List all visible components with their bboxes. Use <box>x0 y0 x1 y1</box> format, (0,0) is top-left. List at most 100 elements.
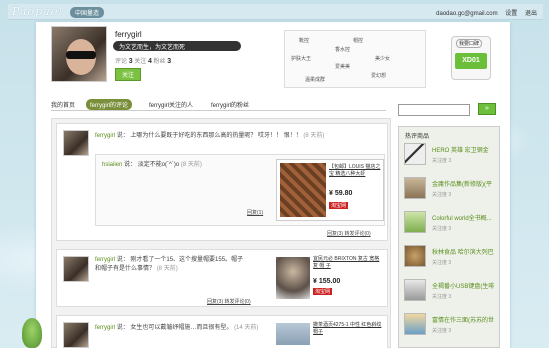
post-avatar[interactable] <box>63 256 89 282</box>
product-count: 关注度 3 <box>432 328 452 334</box>
post-author[interactable]: ferrygirl <box>95 257 115 263</box>
product-count: 关注度 3 <box>432 158 452 164</box>
tag[interactable]: 爱幻想 <box>371 72 386 79</box>
product-card[interactable]: 【包邮】LOUIS 猫店之宝 精选八种大虾 ¥ 59.80 淘宝网 <box>276 159 384 221</box>
sidebar-product[interactable]: Colorful world全书概... 关注度 3 <box>404 211 498 239</box>
feed-post: ferrygirl 说： 刚才看了一个15、这个搜量帽要155。帽子和帽子有是什… <box>56 249 388 307</box>
search-button[interactable]: » <box>478 103 496 115</box>
xd-box: 我要口碑 XD01 <box>451 36 491 80</box>
tag[interactable]: 靴控 <box>299 37 309 44</box>
post-author[interactable]: ferrygirl <box>95 325 115 331</box>
user-email[interactable]: daodao.gc@gmail.com <box>436 11 497 17</box>
reply-text: hsiaiien 说： 淡定不能o(´^`)o (8 天前) <box>102 159 202 168</box>
profile-counts: 评论 3 关注 4 粉丝 3 <box>115 56 171 65</box>
sidebar-product[interactable]: 秋林食品 哈尔滨大列巴 关注度 3 <box>404 245 498 273</box>
product-name[interactable]: 宜民元必 BRIXTON 复古 宽格复 帽 子 <box>313 256 383 270</box>
product-card[interactable]: 撒茶酒页4275-1 中性 红色斜纹 帽子 <box>273 320 385 348</box>
comments-count[interactable]: 3 <box>129 58 133 65</box>
post-body: 女生也可以戴皱纾帽施…而且很有型。 <box>130 325 233 331</box>
taobao-badge[interactable]: 淘宝网 <box>313 288 333 295</box>
tab-comments[interactable]: ferrygirl的评论 <box>86 99 133 110</box>
hot-products-sidebar: 热评商品 HERO 英雄 宏卫钢金 关注度 3 金庸作品集(新修版)(平 关注度… <box>398 126 500 348</box>
post-time: (8 天前) <box>303 133 325 139</box>
product-name[interactable]: 【包邮】LOUIS 猫店之宝 精选八种大虾 <box>329 164 383 178</box>
product-thumbnail[interactable] <box>404 143 426 165</box>
settings-link[interactable]: 设置 <box>505 11 517 17</box>
post-time: (14 天前) <box>234 325 259 331</box>
post-author[interactable]: ferrygirl <box>95 133 115 139</box>
sidebar-title: 热评商品 <box>405 134 430 140</box>
xd-value[interactable]: XD01 <box>455 53 487 69</box>
comment-feed: ferrygirl 说： 上哪为什么要既于好吃的东西那么高的热量呢？ 哎牙！！ … <box>51 118 391 348</box>
post-links[interactable]: 回复(3) 转发评论(0) <box>207 298 251 305</box>
post-text: ferrygirl 说： 刚才看了一个15、这个搜量帽要155。帽子和帽子有是什… <box>95 256 245 274</box>
post-avatar[interactable] <box>63 130 89 156</box>
product-image[interactable] <box>276 257 310 299</box>
product-thumbnail[interactable] <box>404 177 426 199</box>
reply-body: 淡定不能o(´^`)o <box>137 162 180 168</box>
product-thumbnail[interactable] <box>404 279 426 301</box>
sidebar-product[interactable]: 全褐番小USB键盘(生啡 关注度 3 <box>404 279 498 307</box>
product-image[interactable] <box>276 323 310 345</box>
post-text: ferrygirl 说： 女生也可以戴皱纾帽施…而且很有型。 (14 天前) <box>95 322 258 331</box>
sidebar-product[interactable]: 富情在作三面(苏苏的世 关注度 3 <box>404 313 498 341</box>
tag[interactable]: 温柔成群 <box>305 76 325 83</box>
search-input[interactable] <box>398 104 470 116</box>
main-page: ferrygirl 为文艺而生，为文艺而死 评论 3 关注 4 粉丝 3 关注 … <box>36 22 510 348</box>
product-name[interactable]: 撒茶酒页4275-1 中性 红色斜纹 帽子 <box>313 322 383 336</box>
top-links: daodao.gc@gmail.com 设置 退出 <box>430 8 537 17</box>
fans-count[interactable]: 3 <box>167 58 171 65</box>
follow-label: 关注 <box>134 59 147 65</box>
logout-link[interactable]: 退出 <box>525 11 537 17</box>
feed-post: ferrygirl 说： 女生也可以戴皱纾帽施…而且很有型。 (14 天前) 撒… <box>56 315 388 348</box>
reply-author[interactable]: hsiaiien <box>102 162 122 168</box>
product-name[interactable]: 金庸作品集(新修版)(平 <box>432 179 498 188</box>
avatar-glasses <box>66 51 96 59</box>
profile-header: ferrygirl 为文艺而生，为文艺而死 评论 3 关注 4 粉丝 3 关注 … <box>51 26 499 94</box>
profile-username: ferrygirl <box>115 30 142 39</box>
post-said: 说： <box>116 325 129 331</box>
comments-label: 评论 <box>115 59 128 65</box>
sidebar-product[interactable]: HERO 英雄 宏卫钢金 关注度 3 <box>404 143 498 171</box>
tag[interactable]: 护肤大王 <box>291 55 311 62</box>
product-name[interactable]: Colorful world全书概... <box>432 213 498 222</box>
follow-button[interactable]: 关注 <box>115 68 142 81</box>
product-thumbnail[interactable] <box>404 211 426 233</box>
product-card[interactable]: 宜民元必 BRIXTON 复古 宽格复 帽 子 ¥ 155.00 淘宝网 <box>273 254 385 302</box>
taobao-badge[interactable]: 淘宝网 <box>329 202 349 209</box>
reply-said: 说： <box>124 162 137 168</box>
product-image[interactable] <box>280 163 326 217</box>
product-name[interactable]: HERO 英雄 宏卫钢金 <box>432 145 498 154</box>
tab-fans[interactable]: ferrygirl的粉丝 <box>211 100 249 109</box>
tag[interactable]: 香水控 <box>335 46 350 53</box>
product-name[interactable]: 全褐番小USB键盘(生啡 <box>432 281 498 290</box>
tag[interactable]: 美少女 <box>375 55 390 62</box>
site-logo[interactable]: Paopao! <box>12 5 64 18</box>
post-text: ferrygirl 说： 上哪为什么要既于好吃的东西那么高的热量呢？ 哎牙！！ … <box>95 130 324 139</box>
tag[interactable]: 爱美美 <box>335 63 350 70</box>
product-thumbnail[interactable] <box>404 245 426 267</box>
xd-label[interactable]: 我要口碑 <box>456 39 483 48</box>
profile-tag-cloud: 靴控 帽控 香水控 护肤大王 美少女 爱美美 温柔成群 爱幻想 <box>284 30 426 88</box>
reply-time: (8 天前) <box>180 162 202 168</box>
logo-badge: 中国量造 <box>70 7 105 18</box>
post-said: 说： <box>116 133 129 139</box>
tag[interactable]: 帽控 <box>353 37 363 44</box>
product-thumbnail[interactable] <box>404 313 426 335</box>
product-price: ¥ 155.00 <box>313 278 341 285</box>
tab-home[interactable]: 我的首页 <box>51 100 75 109</box>
product-name[interactable]: 秋林食品 哈尔滨大列巴 <box>432 247 498 256</box>
tab-divider <box>51 110 386 111</box>
post-avatar[interactable] <box>63 322 89 348</box>
profile-avatar[interactable] <box>51 26 107 82</box>
product-count: 关注度 3 <box>432 226 452 232</box>
profile-tagline: 为文艺而生，为文艺而死 <box>113 41 241 51</box>
reply-box: hsiaiien 说： 淡定不能o(´^`)o (8 天前) 回复(1) 【包邮… <box>95 154 385 226</box>
reply-link[interactable]: 回复(1) <box>247 209 263 216</box>
tab-following[interactable]: ferrygirl关注的人 <box>149 100 193 109</box>
sidebar-product[interactable]: 金庸作品集(新修版)(平 关注度 3 <box>404 177 498 205</box>
follow-count[interactable]: 4 <box>148 58 152 65</box>
product-name[interactable]: 富情在作三面(苏苏的世 <box>432 315 498 324</box>
post-links[interactable]: 回复(3) 转发评论(0) <box>327 230 371 237</box>
post-said: 说： <box>116 257 129 263</box>
